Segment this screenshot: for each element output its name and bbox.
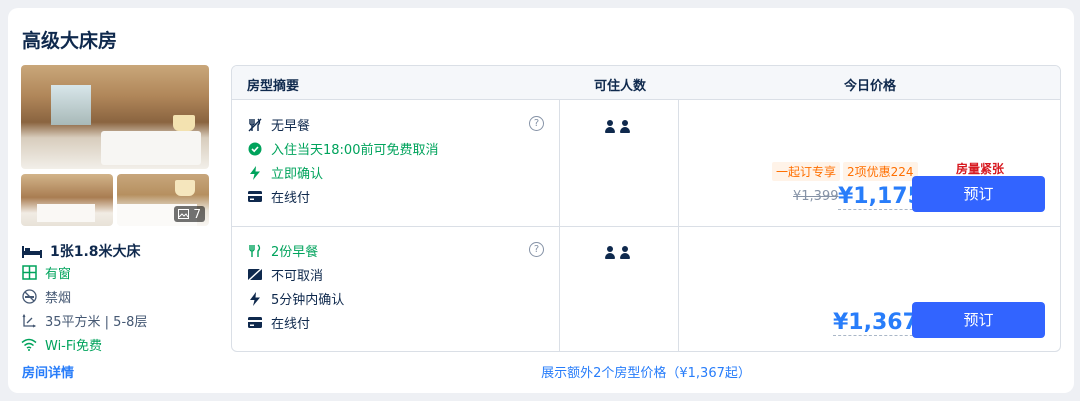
- policy-cancellation[interactable]: 入住当天18:00前可免费取消: [247, 139, 438, 158]
- show-more-rates-link[interactable]: 展示额外2个房型价格（¥1,367起）: [231, 362, 1061, 381]
- policy-label: 在线付: [271, 317, 311, 332]
- policy-cancellation[interactable]: 不可取消: [247, 265, 323, 284]
- room-photo-thumb-2[interactable]: 7: [117, 174, 209, 226]
- original-price: ¥1,399: [793, 189, 839, 204]
- area-icon: [21, 313, 37, 329]
- breakfast-icon: [247, 243, 263, 259]
- lightning-icon: [247, 291, 263, 307]
- promo-tag: 2项优惠224: [843, 162, 918, 181]
- room-photo-main[interactable]: [21, 65, 209, 169]
- no-breakfast-icon: [247, 117, 263, 133]
- card-icon: [247, 315, 263, 331]
- policy-label: 无早餐: [271, 119, 311, 134]
- feature-no-smoking: 禁烟: [21, 287, 71, 306]
- policy-label: 5分钟内确认: [271, 293, 345, 308]
- check-circle-icon: [247, 141, 263, 157]
- policy-confirm: 立即确认: [247, 163, 323, 182]
- price[interactable]: ¥1,175: [838, 185, 923, 210]
- person-icon: [604, 120, 616, 133]
- occupancy-2-adults: [604, 120, 631, 133]
- feature-area: 35平方米 | 5-8层: [21, 311, 147, 330]
- window-icon: [21, 265, 37, 281]
- help-icon[interactable]: ?: [529, 116, 544, 131]
- photo-count: 7: [193, 207, 201, 221]
- room-title: 高级大床房: [22, 30, 118, 52]
- rate-table-header: 房型摘要 可住人数 今日价格: [232, 66, 1060, 100]
- bed-info: 1张1.8米大床: [22, 241, 141, 261]
- no-smoking-icon: [21, 289, 37, 305]
- policy-confirm: 5分钟内确认: [247, 289, 344, 308]
- policy-label: 入住当天18:00前可免费取消: [271, 143, 439, 158]
- person-icon: [604, 246, 616, 259]
- header-room-summary: 房型摘要: [247, 79, 300, 94]
- person-icon: [619, 120, 631, 133]
- occupancy-2-adults: [604, 246, 631, 259]
- person-icon: [619, 246, 631, 259]
- low-availability-label: 房量紧张: [956, 162, 1005, 176]
- policy-label: 立即确认: [271, 167, 324, 182]
- room-card: 高级大床房 7 1张1.8米大床 有窗 禁烟 35平方米 | 5-8层 Wi-F…: [8, 8, 1074, 393]
- photo-count-badge: 7: [174, 206, 205, 222]
- header-occupancy: 可住人数: [593, 79, 646, 94]
- bed-icon: [22, 246, 42, 258]
- policy-label: 2份早餐: [271, 245, 319, 260]
- room-details-link[interactable]: 房间详情: [22, 362, 74, 381]
- feature-window: 有窗: [21, 263, 71, 282]
- policy-meal: 无早餐: [247, 115, 310, 134]
- bed-label: 1张1.8米大床: [50, 244, 141, 260]
- book-button[interactable]: 预订: [912, 302, 1045, 338]
- promo-tag: 一起订专享: [772, 162, 841, 181]
- policy-label: 在线付: [271, 191, 311, 206]
- room-photo-thumb-1[interactable]: [21, 174, 113, 226]
- lightning-icon: [247, 165, 263, 181]
- policy-payment: 在线付: [247, 187, 310, 206]
- feature-wifi: Wi-Fi免费: [21, 335, 102, 354]
- feature-label: Wi-Fi免费: [45, 339, 103, 354]
- policy-label: 不可取消: [271, 269, 324, 284]
- no-cancel-icon: [247, 267, 263, 283]
- feature-label: 禁烟: [45, 291, 72, 306]
- help-icon[interactable]: ?: [529, 242, 544, 257]
- feature-label: 有窗: [45, 267, 72, 282]
- promo-tags[interactable]: 一起订专享 2项优惠224: [772, 162, 918, 181]
- card-icon: [247, 189, 263, 205]
- image-icon: [178, 209, 190, 219]
- wifi-icon: [21, 337, 37, 353]
- policy-meal: 2份早餐: [247, 241, 318, 260]
- feature-label: 35平方米 | 5-8层: [45, 315, 148, 330]
- book-button[interactable]: 预订: [912, 176, 1045, 212]
- rate-table: 房型摘要 可住人数 今日价格 无早餐 ? 入住当天18:00前可免费取消 立即确…: [231, 65, 1061, 352]
- policy-payment: 在线付: [247, 313, 310, 332]
- header-price: 今日价格: [843, 79, 896, 94]
- price[interactable]: ¥1,367: [833, 311, 918, 336]
